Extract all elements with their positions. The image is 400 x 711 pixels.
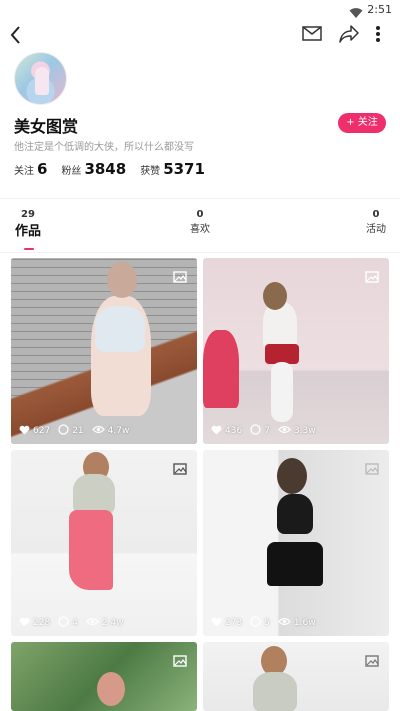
post-card[interactable] [11,642,197,711]
status-bar: 2:51 [0,0,400,20]
eye-icon [278,425,291,437]
post-card[interactable]: 627 21 4.7w [11,258,197,444]
comment-icon [250,616,261,630]
comment-icon [250,424,261,438]
image-type-icon [173,460,187,479]
tab-works[interactable]: 29 作品 [14,209,42,239]
image-type-icon [173,652,187,671]
comment-icon [58,616,69,630]
comment-count: 21 [72,426,84,436]
back-icon[interactable] [8,24,24,50]
comment-count: 4 [72,618,78,628]
profile-stats: 关注 6 粉丝 3848 获赞 5371 [14,160,219,180]
eye-icon [91,425,105,437]
heart-icon [19,425,30,438]
tab-likes[interactable]: 0 喜欢 [186,209,214,235]
stat-label: 关注 [14,166,34,177]
stat-label: 粉丝 [61,166,82,177]
heart-icon [211,425,222,438]
image-type-icon [365,268,379,287]
divider [0,198,400,199]
image-type-icon [365,652,379,671]
post-card[interactable] [203,642,389,711]
post-stats: 273 5 1.6w [211,616,324,630]
tab-count: 0 [372,209,380,220]
stat-followers[interactable]: 粉丝 3848 [61,160,126,178]
tab-label: 喜欢 [190,224,210,235]
tab-label: 活动 [366,224,386,235]
comment-count: 7 [264,426,270,436]
profile-bio: 他注定是个低调的大侠，所以什么都没写 [14,142,194,153]
like-count: 627 [33,426,51,436]
stat-likes: 获赞 5371 [140,160,205,178]
post-stats: 436 7 3.3w [211,424,324,438]
share-icon[interactable] [338,24,360,48]
more-options-icon[interactable] [374,24,382,48]
tab-count: 29 [21,209,35,220]
tab-activities[interactable]: 0 活动 [362,209,390,235]
comment-count: 5 [264,618,270,628]
tab-indicator [24,248,34,250]
tab-label: 作品 [14,224,41,239]
image-type-icon [173,268,187,287]
tab-count: 0 [196,209,204,220]
eye-icon [278,617,291,629]
view-count: 1.6w [293,618,316,628]
stat-value: 3848 [84,160,127,178]
follow-button[interactable]: + 关注 [338,113,386,133]
eye-icon [86,617,99,629]
top-bar [0,20,400,50]
stat-following[interactable]: 关注 6 [14,160,47,178]
divider [0,252,400,253]
image-type-icon [365,460,379,479]
view-count: 3.3w [293,426,316,436]
stat-value: 6 [37,160,48,178]
view-count: 4.7w [107,426,130,436]
avatar[interactable] [14,52,67,105]
status-time: 2:51 [367,3,392,16]
view-count: 2.4w [101,618,124,628]
like-count: 436 [225,426,243,436]
comment-icon [58,424,69,438]
profile-tabs: 29 作品 0 喜欢 0 活动 [0,209,400,249]
post-stats: 228 4 2.4w [19,616,132,630]
heart-icon [19,617,30,630]
post-card[interactable]: 273 5 1.6w [203,450,389,636]
post-card[interactable]: 436 7 3.3w [203,258,389,444]
like-count: 228 [33,618,51,628]
stat-label: 获赞 [140,166,161,177]
profile-name: 美女图赏 [14,117,79,136]
post-card[interactable]: 228 4 2.4w [11,450,197,636]
post-stats: 627 21 4.7w [19,424,137,438]
stat-value: 5371 [163,160,205,178]
heart-icon [211,617,222,630]
like-count: 273 [225,618,243,628]
mail-icon[interactable] [302,26,322,45]
